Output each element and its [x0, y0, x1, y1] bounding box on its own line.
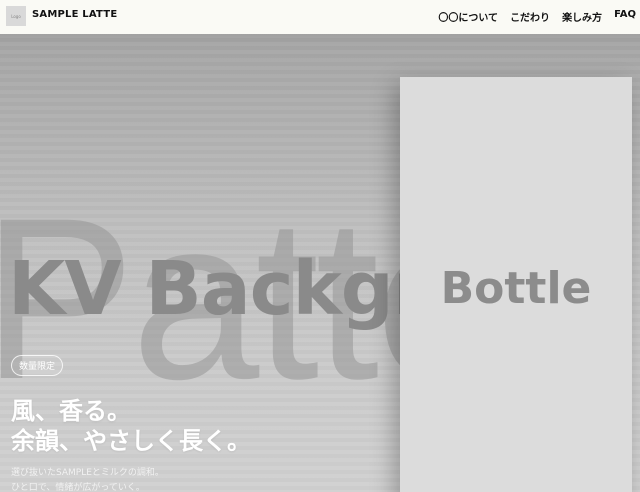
nav-item-enjoy[interactable]: 楽しみ方 [562, 9, 602, 24]
nav-item-about[interactable]: 〇〇について [438, 9, 498, 24]
logo-text: Logo [11, 13, 21, 19]
brand-name[interactable]: SAMPLE LATTE [32, 9, 117, 20]
hero-subtext: 選び抜いたSAMPLEとミルクの調和。 ひと口で、情緒が広がっていく。 [11, 466, 164, 492]
hero-headline-line2: 余韻、やさしく長く。 [11, 427, 251, 455]
bottle-label: Bottle [440, 262, 592, 314]
main-nav: 〇〇について こだわり 楽しみ方 FAQ [438, 9, 636, 24]
nav-item-faq[interactable]: FAQ [614, 9, 636, 24]
bottle-placeholder: Bottle [400, 77, 632, 492]
hero-subtext-line1: 選び抜いたSAMPLEとミルクの調和。 [11, 468, 164, 478]
nav-item-commitment[interactable]: こだわり [510, 9, 550, 24]
hero-section: Patte KV Backgr Bottle 数量限定 風、香る。 余韻、やさし… [0, 34, 640, 492]
site-header: Logo SAMPLE LATTE 〇〇について こだわり 楽しみ方 FAQ [0, 0, 640, 34]
hero-subtext-line2: ひと口で、情緒が広がっていく。 [11, 483, 145, 492]
hero-headline: 風、香る。 余韻、やさしく長く。 [11, 396, 251, 456]
page-root: Logo SAMPLE LATTE 〇〇について こだわり 楽しみ方 FAQ P… [0, 0, 640, 492]
hero-kv-text: KV Backgr [8, 246, 429, 332]
limited-badge: 数量限定 [11, 355, 64, 376]
logo[interactable]: Logo [6, 6, 26, 26]
hero-headline-line1: 風、香る。 [11, 397, 131, 425]
